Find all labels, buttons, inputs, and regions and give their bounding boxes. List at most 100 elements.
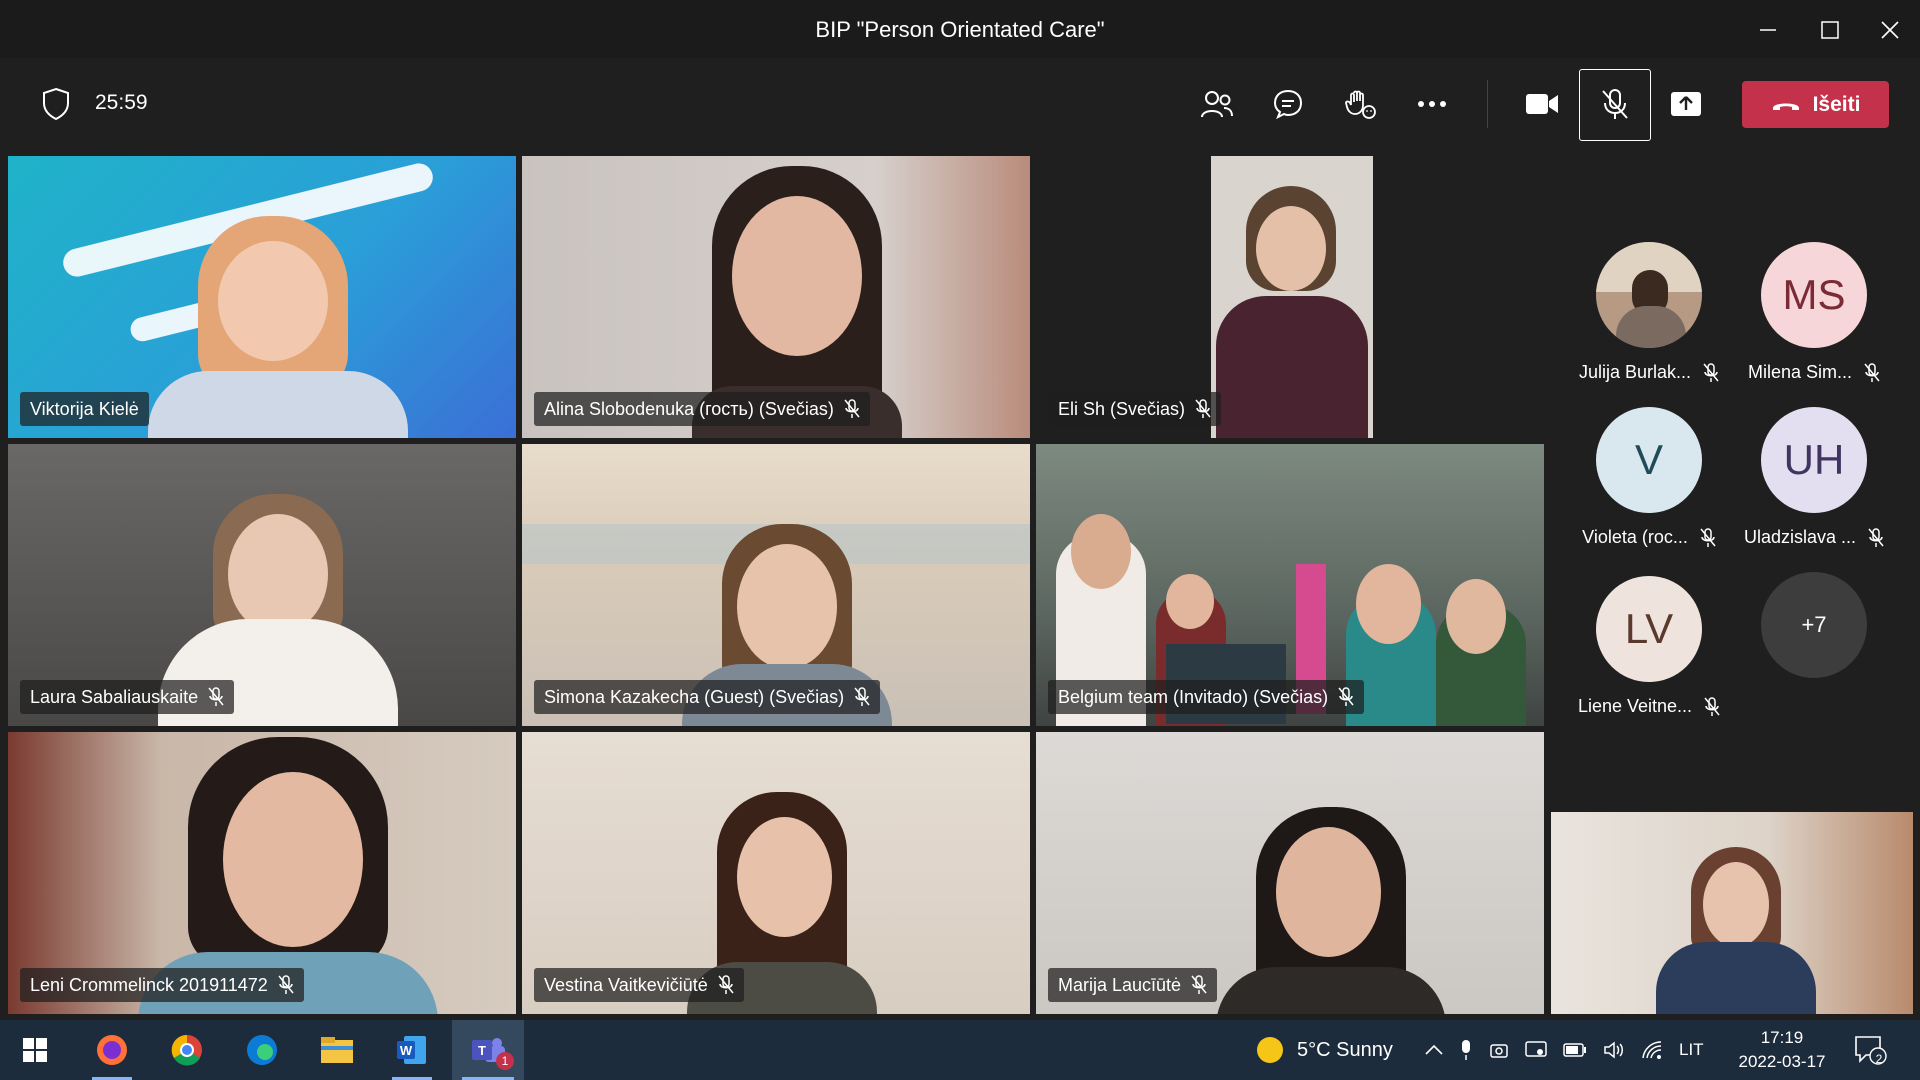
tile-name-label: Laura Sabaliauskaite [20, 680, 235, 714]
self-view-tile[interactable] [1551, 812, 1913, 1014]
camera-button[interactable] [1518, 80, 1566, 128]
chat-button[interactable] [1264, 80, 1312, 128]
avatar: LV [1596, 576, 1702, 682]
roster-name: Liene Veitne... [1577, 696, 1693, 716]
video-tile[interactable]: Marija Laucīūtė [1036, 732, 1544, 1014]
avatar [1596, 242, 1702, 348]
clock-time: 17:19 [1760, 1028, 1804, 1047]
avatar: MS [1761, 242, 1867, 348]
taskbar-file-explorer[interactable] [307, 1020, 367, 1080]
video-tile[interactable]: Eli Sh (Svečias) [1036, 156, 1544, 438]
wifi-icon[interactable] [1641, 1040, 1663, 1060]
mic-muted-icon [1864, 362, 1880, 382]
more-actions-button[interactable] [1408, 80, 1456, 128]
video-tile[interactable]: Simona Kazakecha (Guest) (Svečias) [522, 444, 1030, 726]
taskbar-firefox[interactable] [82, 1020, 142, 1080]
taskbar: W T 1 5°C Sunny LIT 17:19 2022-03-17 2 [0, 1020, 1920, 1080]
tile-name-label: Alina Slobodenuka (гость) (Svečias) [534, 392, 870, 426]
maximize-button[interactable] [1812, 12, 1848, 48]
mic-muted-icon [1195, 399, 1211, 418]
participant-name: Eli Sh (Svečias) [1058, 398, 1186, 419]
participant-name: Laura Sabaliauskaite [30, 686, 199, 707]
chrome-icon [171, 1034, 202, 1066]
participant-name: Simona Kazakecha (Guest) (Svečias) [544, 686, 845, 707]
microphone-icon[interactable] [1459, 1039, 1473, 1061]
leave-button[interactable]: Išeiti [1742, 81, 1889, 128]
mic-muted-icon [278, 975, 294, 994]
clock[interactable]: 17:19 2022-03-17 [1722, 1026, 1842, 1074]
edge-icon [247, 1035, 277, 1065]
participant-name: Vestina Vaitkevičiūtė [544, 974, 708, 995]
minimize-icon [1760, 29, 1776, 31]
roster-participant[interactable]: UH Uladzislava ... [1739, 407, 1889, 548]
roster-name: Julija Burlak... [1578, 362, 1692, 382]
tile-name-label: Leni Crommelinck 201911472 [20, 968, 304, 1002]
video-tile[interactable]: Laura Sabaliauskaite [8, 444, 516, 726]
roster-participant[interactable]: Julija Burlak... [1574, 242, 1724, 383]
mute-button[interactable] [1579, 69, 1651, 141]
battery-icon[interactable] [1563, 1043, 1587, 1057]
word-icon: W [397, 1036, 426, 1064]
folder-icon [321, 1037, 353, 1063]
weather-widget[interactable]: 5°C Sunny [1255, 1020, 1393, 1080]
svg-text:W: W [400, 1043, 413, 1058]
tile-name-label: Belgium team (Invitado) (Svečias) [1048, 680, 1365, 714]
svg-text:T: T [478, 1043, 486, 1058]
roster-name: Violeta (roc... [1582, 527, 1688, 547]
video-tile[interactable]: Belgium team (Invitado) (Svečias) [1036, 444, 1544, 726]
video-tile[interactable]: Viktorija Kielė [8, 156, 516, 438]
tile-name-label: Simona Kazakecha (Guest) (Svečias) [534, 680, 881, 714]
roster-name: Uladzislava ... [1743, 527, 1857, 547]
avatar: UH [1761, 407, 1867, 513]
taskbar-chrome[interactable] [157, 1020, 217, 1080]
clock-date: 2022-03-17 [1738, 1052, 1826, 1071]
windows-icon [23, 1038, 47, 1062]
teams-badge: 1 [496, 1052, 514, 1070]
toolbar-divider [1487, 80, 1488, 128]
participant-name: Viktorija Kielė [30, 398, 139, 419]
roster-name: Milena Sim... [1747, 362, 1853, 382]
raise-hand-icon [1345, 90, 1376, 119]
firefox-icon [97, 1035, 127, 1065]
weather-text: 5°C Sunny [1297, 1038, 1393, 1061]
meeting-info-button[interactable] [32, 80, 80, 128]
tile-name-label: Vestina Vaitkevičiūtė [534, 968, 744, 1002]
taskbar-word[interactable]: W [382, 1020, 442, 1080]
avatar: V [1596, 407, 1702, 513]
video-tile[interactable]: Alina Slobodenuka (гость) (Svečias) [522, 156, 1030, 438]
chevron-up-icon[interactable] [1425, 1044, 1443, 1056]
roster-participant[interactable]: MS Milena Sim... [1739, 242, 1889, 383]
tile-name-label: Viktorija Kielė [20, 392, 149, 426]
mic-off-icon [1602, 89, 1628, 119]
video-tile[interactable]: Leni Crommelinck 201911472 [8, 732, 516, 1014]
more-participants-button[interactable]: +7 [1739, 572, 1889, 678]
close-button[interactable] [1872, 12, 1908, 48]
notifications-button[interactable]: 2 [1854, 1020, 1888, 1080]
video-tile[interactable]: Vestina Vaitkevičiūtė [522, 732, 1030, 1014]
meeting-timer: 25:59 [95, 91, 148, 114]
volume-icon[interactable] [1603, 1040, 1625, 1060]
roster-participant[interactable]: V Violeta (roc... [1574, 407, 1724, 548]
camera-icon [1526, 94, 1558, 114]
mic-muted-icon [1700, 527, 1716, 547]
taskbar-edge[interactable] [232, 1020, 292, 1080]
camera-tray-icon[interactable] [1489, 1040, 1509, 1060]
start-button[interactable] [5, 1020, 65, 1080]
taskbar-teams[interactable]: T 1 [452, 1020, 524, 1080]
reactions-button[interactable] [1336, 80, 1384, 128]
share-screen-button[interactable] [1662, 80, 1710, 128]
mic-muted-icon [1338, 687, 1354, 706]
input-language[interactable]: LIT [1679, 1040, 1704, 1060]
mic-muted-icon [718, 975, 734, 994]
hang-up-icon [1772, 103, 1799, 110]
chat-icon [1273, 89, 1303, 120]
screen-share-tray-icon[interactable] [1525, 1040, 1547, 1060]
mic-muted-icon [1868, 527, 1884, 547]
minimize-button[interactable] [1750, 12, 1786, 48]
participants-button[interactable] [1193, 80, 1241, 128]
shield-icon [43, 87, 69, 121]
mic-muted-icon [1703, 362, 1719, 382]
window-title: BIP "Person Orientated Care" [815, 17, 1105, 42]
roster-participant[interactable]: LV Liene Veitne... [1574, 576, 1724, 717]
notification-count: 2 [1875, 1052, 1883, 1066]
